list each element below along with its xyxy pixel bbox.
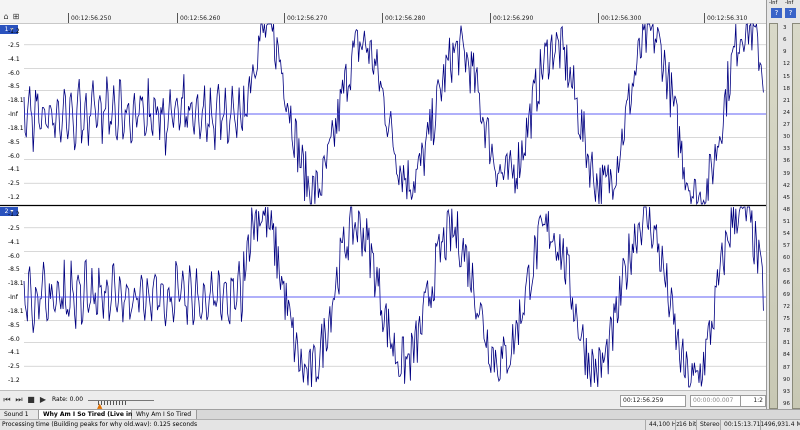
meter-scale-label: 90 <box>783 376 790 383</box>
meter-scale-label: 48 <box>783 206 790 213</box>
meter-scale-label: 12 <box>783 61 790 68</box>
rate-slider-ticks <box>98 401 128 405</box>
ruler-tick <box>598 13 599 23</box>
amplitude-label: -1.2 <box>8 377 20 384</box>
meter-scale-label: 18 <box>783 85 790 92</box>
ruler-tick <box>284 13 285 23</box>
amplitude-label: -18.1 <box>8 307 24 315</box>
transport-bar: ⏮ ⏭ ■ ▶ Rate: 0.00 ▲ 00:12:56.259 00:00:… <box>0 390 766 410</box>
tab-why-am-i-so-tired-live[interactable]: Why Am I So Tired (Live in s... <box>39 410 145 419</box>
meter-scale-label: 75 <box>783 316 790 323</box>
meter-peak-right: -Inf <box>785 0 794 6</box>
meter-scale-label: 54 <box>783 231 790 238</box>
amplitude-label: -8.5 <box>8 83 20 91</box>
meter-scale-label: 30 <box>783 134 790 141</box>
meter-scale-label: 33 <box>783 146 790 153</box>
position-field[interactable]: 00:12:56.259 <box>620 395 686 407</box>
ruler-tick <box>704 13 705 23</box>
meter-bar-left <box>769 23 778 409</box>
ruler-time-label: 00:12:56.280 <box>385 15 426 22</box>
meter-scale-label: 96 <box>783 401 790 407</box>
meter-scale-label: 27 <box>783 122 790 129</box>
meter-scale-label: 36 <box>783 158 790 165</box>
tab-sound-1[interactable]: Sound 1 <box>0 410 39 419</box>
amplitude-label: -1.2 <box>8 211 20 218</box>
ruler-tick <box>177 13 178 23</box>
rate-label: Rate: 0.00 <box>52 396 84 403</box>
play-icon[interactable]: ▶ <box>38 395 48 405</box>
amplitude-label: -6.0 <box>8 335 20 343</box>
amplitude-label: -2.5 <box>8 224 20 232</box>
zoom-icon[interactable]: ⊞ <box>12 12 20 22</box>
amplitude-label: -8.5 <box>8 321 20 329</box>
meter-scale-label: 24 <box>783 109 790 116</box>
meter-scale-label: 9 <box>783 49 787 56</box>
meter-scale-label: 3 <box>783 25 787 31</box>
waveform-canvas[interactable] <box>0 23 766 390</box>
selection-length-field[interactable]: 00:00:00.007 <box>690 395 742 407</box>
go-to-end-icon[interactable]: ⏭ <box>14 395 24 405</box>
ruler-time-label: 00:12:56.300 <box>601 15 642 22</box>
amplitude-label: -8.5 <box>8 266 20 274</box>
ruler-tick <box>490 13 491 23</box>
meter-scale-label: 69 <box>783 291 790 298</box>
meter-scale-label: 63 <box>783 267 790 274</box>
amplitude-label: -8.5 <box>8 138 20 146</box>
ruler-tick <box>68 13 69 23</box>
ruler-time-label: 00:12:56.290 <box>493 15 534 22</box>
meter-scale-label: 21 <box>783 97 790 104</box>
home-icon[interactable]: ⌂ <box>2 12 10 22</box>
amplitude-label: -6.0 <box>8 252 20 260</box>
meter-bar-right <box>792 23 800 409</box>
amplitude-label: -18.1 <box>8 280 24 288</box>
amplitude-label: -4.1 <box>8 238 20 246</box>
amplitude-label: -18.1 <box>8 124 24 132</box>
ruler-time-label: 00:12:56.260 <box>180 15 221 22</box>
amplitude-label: -Inf <box>8 111 18 118</box>
go-to-start-icon[interactable]: ⏮ <box>2 395 12 405</box>
ruler-time-label: 00:12:56.310 <box>707 15 748 22</box>
time-ruler[interactable]: ⌂ ⊞ 00:12:56.250 00:12:56.260 00:12:56.2… <box>0 0 766 24</box>
meter-scale-label: 39 <box>783 170 790 177</box>
meter-scale-label: 51 <box>783 219 790 226</box>
amplitude-label: -1.2 <box>8 194 20 201</box>
waveform-area[interactable]: 1 ▾ 2 ▾ -1.2 -2.5 -4.1 -6.0 -8.5 -18.1 -Inf -18… <box>0 23 766 390</box>
amplitude-label: -4.1 <box>8 166 20 174</box>
tab-why-am-i-so-tired[interactable]: Why Am I So Tired <box>132 410 197 419</box>
meter-scale-label: 57 <box>783 243 790 250</box>
meter-help-button-right[interactable]: ? <box>785 8 796 18</box>
status-bar: Processing time (Building peaks for why … <box>0 419 800 430</box>
amplitude-label: -4.1 <box>8 55 20 63</box>
amplitude-label: -2.5 <box>8 363 20 371</box>
meter-scale-label: 42 <box>783 182 790 189</box>
ruler-tick <box>382 13 383 23</box>
meter-peak-left: -Inf <box>769 0 778 6</box>
amplitude-label: -4.1 <box>8 349 20 357</box>
stop-icon[interactable]: ■ <box>26 395 36 405</box>
meter-scale-label: 87 <box>783 364 790 371</box>
amplitude-label: -18.1 <box>8 97 24 105</box>
meter-scale-label: 6 <box>783 37 787 44</box>
amplitude-label: -Inf <box>8 294 18 301</box>
meter-scale-label: 72 <box>783 303 790 310</box>
meter-scale-label: 60 <box>783 255 790 262</box>
zoom-field[interactable]: 1:2 <box>740 395 766 407</box>
meter-help-button-left[interactable]: ? <box>771 8 782 18</box>
ruler-time-label: 00:12:56.250 <box>71 15 112 22</box>
meter-scale-label: 93 <box>783 388 790 395</box>
meter-scale-label: 78 <box>783 328 790 335</box>
amplitude-label: -2.5 <box>8 41 20 49</box>
meter-scale-label: 15 <box>783 73 790 80</box>
ruler-time-label: 00:12:56.270 <box>287 15 328 22</box>
meter-scale-label: 84 <box>783 352 790 359</box>
meter-scale-label: 45 <box>783 194 790 201</box>
amplitude-label: -1.2 <box>8 28 20 35</box>
amplitude-label: -2.5 <box>8 180 20 188</box>
meter-scale-label: 81 <box>783 340 790 347</box>
meter-scale-label: 66 <box>783 279 790 286</box>
level-meter: -Inf -Inf ? ? 3 6 9 12 15 18 21 24 27 30 33 36 39 42 4… <box>766 0 800 409</box>
amplitude-label: -6.0 <box>8 152 20 160</box>
amplitude-label: -6.0 <box>8 69 20 77</box>
